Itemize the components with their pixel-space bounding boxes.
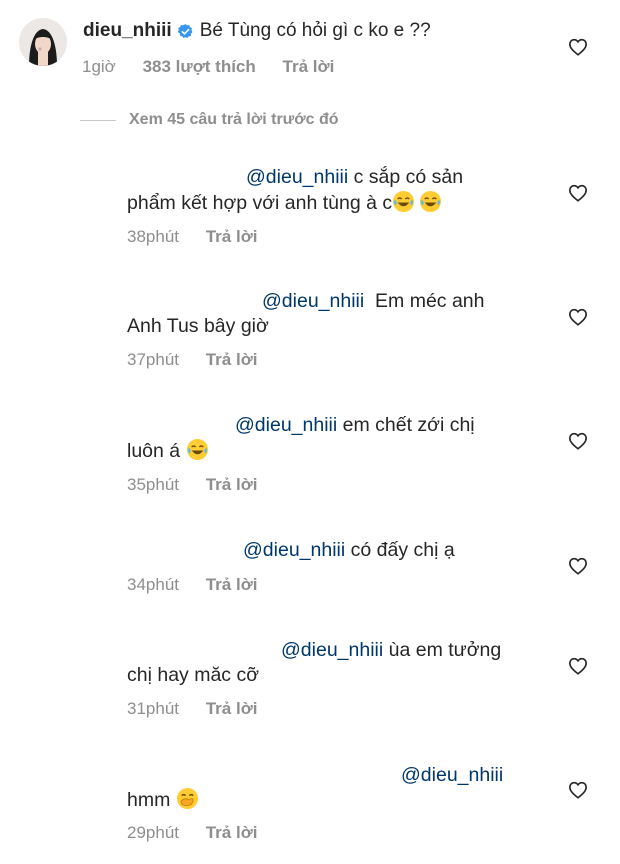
heart-outline-icon[interactable] [568, 184, 588, 202]
heart-outline-icon[interactable] [568, 557, 588, 575]
reply-3-line-1: @dieu_nhiii em chết zới chị [235, 412, 475, 438]
reply-text: có đấy chị ạ [345, 539, 455, 561]
laughing-tears-emoji [393, 190, 415, 213]
comment-time: 29phút [127, 823, 179, 842]
comment-time: 31phút [127, 699, 179, 718]
reply-text: c sắp có sản [348, 166, 464, 188]
mention-link[interactable]: @dieu_nhiii [246, 166, 348, 188]
heart-outline-icon[interactable] [568, 781, 588, 799]
heart-outline-icon[interactable] [568, 308, 588, 326]
reply-button[interactable]: Trả lời [206, 575, 258, 594]
reply-6-line-2: hmm [127, 787, 199, 813]
heart-outline-icon[interactable] [568, 38, 588, 56]
reply-text: phẩm kết hợp với anh tùng à c [127, 192, 393, 214]
reply-5-line-2: chị hay măc cỡ [127, 662, 259, 688]
reply-2-line-2: Anh Tus bây giờ [127, 313, 269, 339]
heart-outline-icon[interactable] [568, 432, 588, 450]
like-count[interactable]: 383 lượt thích [143, 57, 256, 76]
reply-3-meta: 35phút Trả lời [127, 475, 258, 495]
laughing-tears-emoji [186, 438, 208, 461]
reply-text: Em méc anh [364, 290, 485, 312]
comment-time: 37phút [127, 350, 179, 369]
reply-button[interactable]: Trả lời [206, 823, 258, 842]
reply-3-line-2: luôn á [127, 438, 209, 464]
comment-time: 38phút [127, 227, 179, 246]
heart-outline-icon[interactable] [568, 657, 588, 675]
reply-text: luôn á [127, 440, 186, 462]
reply-1-meta: 38phút Trả lời [127, 227, 258, 247]
reply-text: hmm [127, 789, 176, 811]
reply-5-meta: 31phút Trả lời [127, 699, 258, 719]
reply-button[interactable]: Trả lời [206, 475, 258, 494]
mention-link[interactable]: @dieu_nhiii [262, 290, 364, 312]
reply-button[interactable]: Trả lời [206, 350, 258, 369]
laughing-tears-emoji [420, 190, 442, 213]
reply-1-line-1: @dieu_nhiii c sắp có sản [246, 164, 463, 190]
reply-6-line-1: @dieu_nhiii [401, 762, 503, 788]
comment-time: 34phút [127, 575, 179, 594]
comment-time: 1giờ [82, 57, 116, 76]
mention-link[interactable]: @dieu_nhiii [401, 764, 503, 786]
reply-button[interactable]: Trả lời [206, 227, 258, 246]
reply-2-meta: 37phút Trả lời [127, 350, 258, 370]
mention-link[interactable]: @dieu_nhiii [235, 414, 337, 436]
reply-text: Anh Tus bây giờ [127, 315, 269, 337]
reply-text: chị hay măc cỡ [127, 664, 259, 686]
reply-text: ùa em tưởng [383, 639, 502, 661]
avatar[interactable] [19, 18, 67, 66]
reply-2-line-1: @dieu_nhiii Em méc anh [262, 288, 485, 314]
reply-4-meta: 34phút Trả lời [127, 575, 258, 595]
reply-5-line-1: @dieu_nhiii ùa em tưởng [281, 637, 501, 663]
reply-1-line-2: phẩm kết hợp với anh tùng à c [127, 190, 442, 216]
main-comment-username[interactable]: dieu_nhiii [83, 20, 172, 42]
verified-badge-icon [177, 23, 193, 38]
main-comment-meta: 1giờ 383 lượt thích Trả lời [82, 57, 334, 77]
reply-6-meta: 29phút Trả lời [127, 823, 258, 843]
main-comment-text: Bé Tùng có hỏi gì c ko e ?? [199, 20, 431, 41]
divider [80, 119, 116, 121]
face-with-hand-over-mouth-emoji [176, 787, 198, 810]
mention-link[interactable]: @dieu_nhiii [281, 639, 383, 661]
view-previous-replies[interactable]: Xem 45 câu trả lời trước đó [80, 111, 339, 129]
reply-button[interactable]: Trả lời [206, 699, 258, 718]
reply-4-line-1: @dieu_nhiii có đấy chị ạ [243, 537, 455, 563]
reply-text: em chết zới chị [337, 414, 475, 436]
mention-link[interactable]: @dieu_nhiii [243, 539, 345, 561]
view-previous-label: Xem 45 câu trả lời trước đó [129, 111, 339, 128]
main-comment-line: dieu_nhiii Bé Tùng có hỏi gì c ko e ?? [83, 20, 431, 42]
reply-button[interactable]: Trả lời [283, 57, 335, 76]
comment-time: 35phút [127, 475, 179, 494]
